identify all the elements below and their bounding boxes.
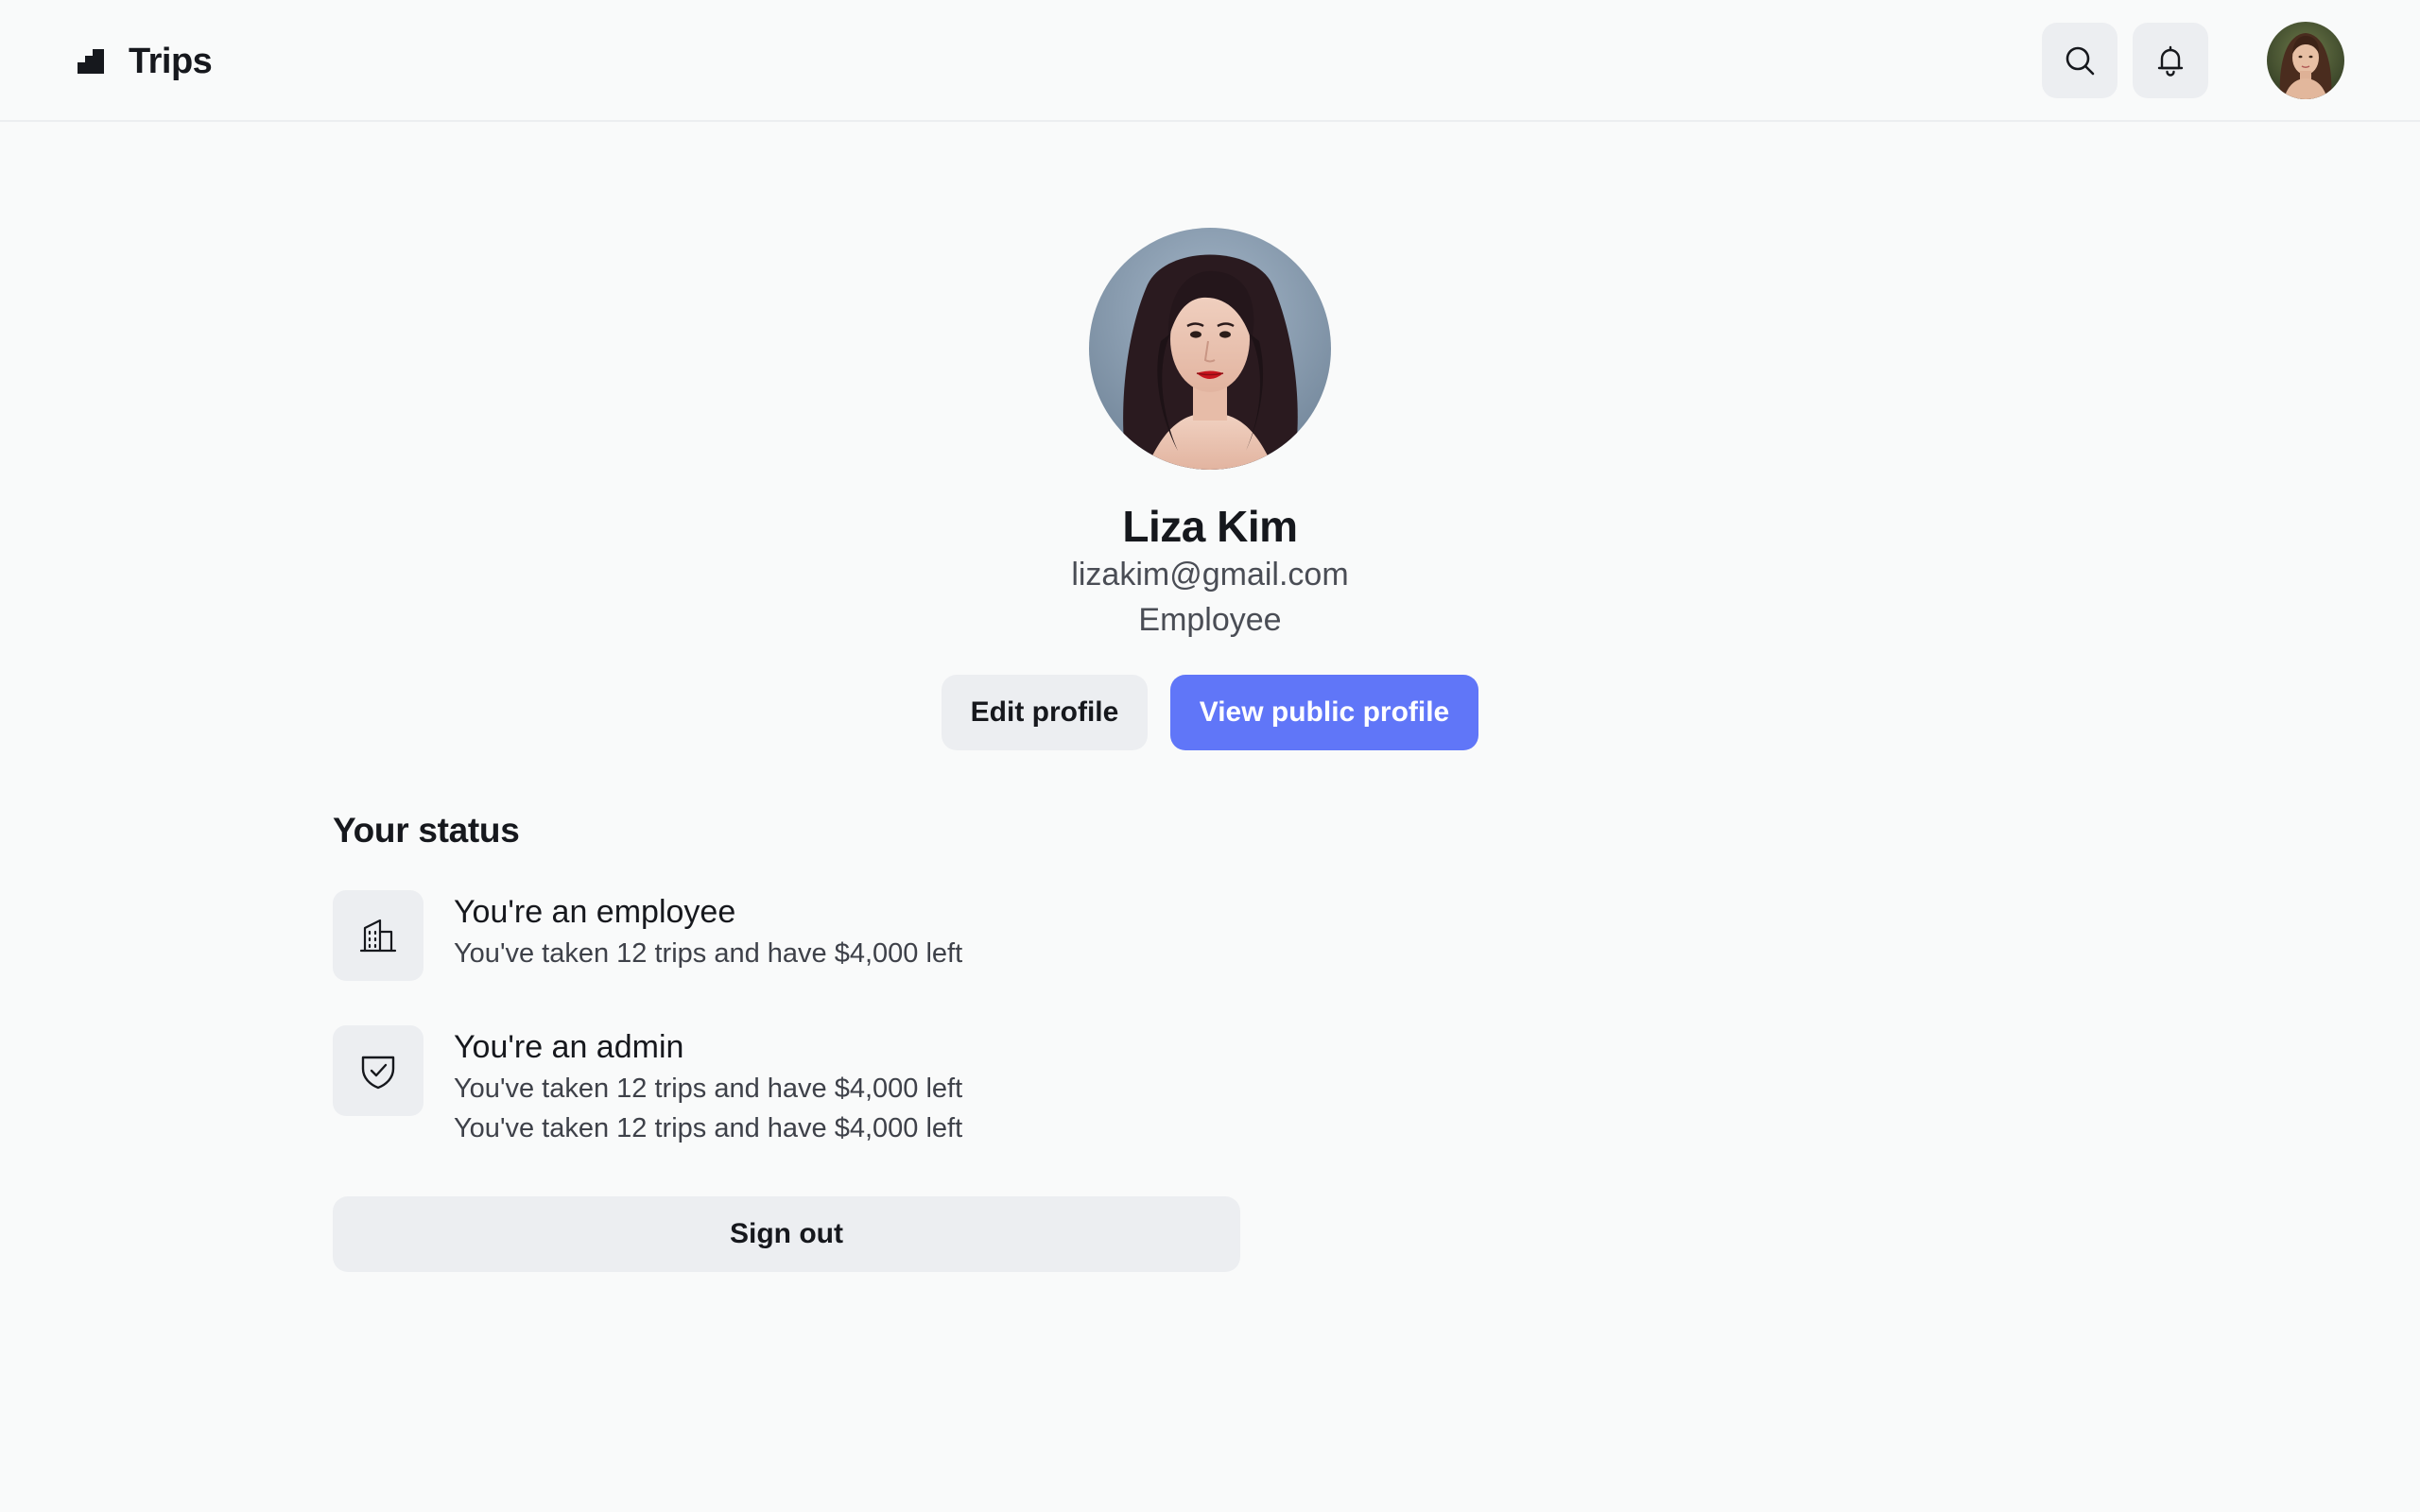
status-texts: You're an admin You've taken 12 trips an… xyxy=(454,1025,1210,1148)
stairs-logo-icon xyxy=(78,49,104,74)
top-navigation-bar: Trips xyxy=(0,0,2420,122)
sign-out-button[interactable]: Sign out xyxy=(333,1196,1240,1272)
profile-email: lizakim@gmail.com xyxy=(1071,557,1349,593)
search-icon xyxy=(2066,46,2095,76)
bell-icon xyxy=(2157,45,2184,77)
profile-name: Liza Kim xyxy=(1122,502,1298,551)
profile-portrait xyxy=(1089,228,1331,470)
profile-role: Employee xyxy=(1138,602,1282,638)
edit-profile-button[interactable]: Edit profile xyxy=(942,675,1148,750)
search-button[interactable] xyxy=(2042,23,2118,98)
view-public-profile-button[interactable]: View public profile xyxy=(1170,675,1478,750)
notifications-button[interactable] xyxy=(2133,23,2208,98)
profile-photo xyxy=(1089,228,1331,470)
status-title: You're an admin xyxy=(454,1029,684,1065)
app-logo[interactable]: Trips xyxy=(76,38,213,85)
status-texts: You're an employee You've taken 12 trips… xyxy=(454,890,1210,973)
app-title: Trips xyxy=(129,41,213,81)
status-description: You've taken 12 trips and have $4,000 le… xyxy=(454,938,963,969)
status-description: You've taken 12 trips and have $4,000 le… xyxy=(454,1074,963,1104)
status-icon-container xyxy=(333,890,424,981)
status-heading: Your status xyxy=(333,811,520,850)
shield-check-icon xyxy=(361,1056,395,1090)
status-title: You're an employee xyxy=(454,894,736,930)
building-icon xyxy=(359,919,397,953)
status-icon-container xyxy=(333,1025,424,1116)
user-avatar[interactable] xyxy=(2267,22,2344,99)
status-description: You've taken 12 trips and have $4,000 le… xyxy=(454,1113,963,1143)
avatar-photo xyxy=(2267,22,2344,99)
